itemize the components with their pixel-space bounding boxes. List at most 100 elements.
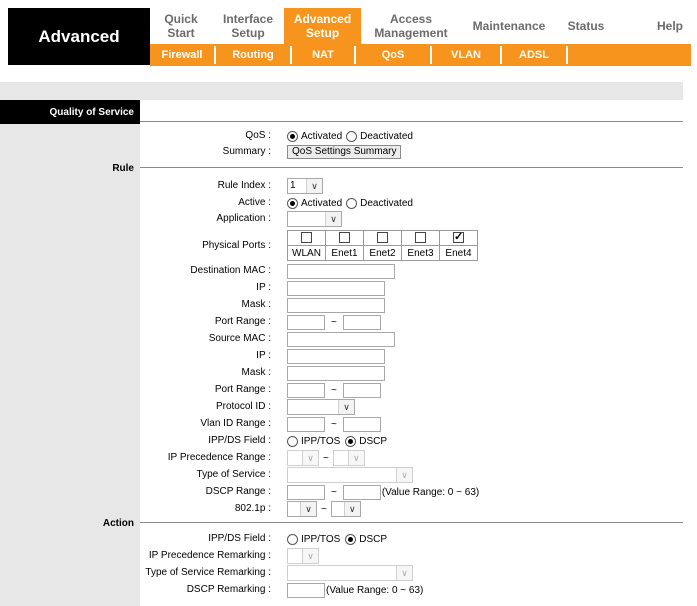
rule-dscp-radio[interactable] — [345, 435, 357, 447]
type-of-service-remarking-select[interactable]: ∨ — [287, 565, 413, 581]
physical-ports-table: WLAN Enet1 Enet2 Enet3 Enet4 — [287, 230, 478, 261]
vlan-id-start-input[interactable] — [287, 416, 325, 432]
dscp-remarking-input[interactable] — [287, 582, 325, 598]
port-wlan-label: WLAN — [287, 245, 326, 261]
nav-maintenance[interactable]: Maintenance — [461, 8, 557, 44]
subnav-firewall[interactable]: Firewall — [150, 44, 214, 66]
active-deactivated-radio[interactable] — [346, 197, 358, 209]
chevron-down-icon: ∨ — [300, 502, 316, 516]
rule-index-value: 1 — [290, 180, 296, 191]
range-tilde: ~ — [331, 418, 337, 430]
ip-precedence-start-select[interactable]: ∨ — [287, 450, 319, 466]
action-ipp-ds-row: IPP/DS Field : IPP/TOS DSCP — [0, 531, 683, 547]
nav-advanced-setup[interactable]: Advanced Setup — [284, 8, 361, 44]
rule-ipp-tos-label: IPP/TOS — [301, 435, 341, 447]
divider — [140, 167, 683, 168]
type-of-service-label: Type of Service : — [196, 469, 271, 480]
vlan-id-end-input[interactable] — [342, 416, 381, 432]
port-enet2-checkbox[interactable] — [377, 232, 388, 244]
subnav-qos[interactable]: QoS — [356, 44, 430, 66]
source-port-end-input[interactable] — [342, 382, 381, 398]
source-mac-input[interactable] — [287, 331, 395, 347]
port-wlan-checkbox[interactable] — [301, 232, 312, 244]
qos-deactivated-label: Deactivated — [360, 130, 413, 142]
destination-ip-row: IP : — [0, 280, 683, 296]
protocol-id-row: Protocol ID : ∨ — [0, 399, 683, 415]
range-tilde: ~ — [331, 486, 337, 498]
action-ipp-tos-label: IPP/TOS — [301, 533, 341, 545]
rule-ipp-tos-radio[interactable] — [287, 435, 298, 447]
chevron-down-icon: ∨ — [396, 566, 412, 580]
port-enet2-label: Enet2 — [363, 245, 402, 261]
application-select[interactable]: ∨ — [287, 211, 342, 227]
header-band — [0, 82, 683, 100]
subnav-vlan[interactable]: VLAN — [432, 44, 500, 66]
port-enet1-label: Enet1 — [325, 245, 364, 261]
range-tilde: ~ — [323, 452, 329, 464]
destination-mask-row: Mask : — [0, 297, 683, 313]
subnav-adsl[interactable]: ADSL — [502, 44, 566, 66]
nav-help[interactable]: Help — [645, 8, 695, 44]
qos-summary-button[interactable]: QoS Settings Summary — [287, 145, 402, 159]
section-title: Quality of Service — [0, 100, 140, 124]
divider — [140, 121, 683, 122]
qos-activated-radio[interactable] — [287, 130, 298, 142]
subnav-routing[interactable]: Routing — [216, 44, 290, 66]
source-ip-input[interactable] — [287, 348, 385, 364]
dscp-range-start-input[interactable] — [287, 484, 325, 500]
type-of-service-remarking-label: Type of Service Remarking : — [145, 567, 271, 578]
qos-label: QoS : — [245, 130, 271, 141]
source-mac-label: Source MAC : — [208, 333, 271, 344]
p8021-row: 802.1p : ∨ ~ ∨ — [0, 501, 683, 517]
destination-mask-input[interactable] — [287, 297, 385, 313]
vlan-id-range-label: Vlan ID Range : — [200, 418, 271, 429]
action-dscp-label: DSCP — [359, 533, 388, 545]
active-activated-radio[interactable] — [287, 197, 298, 209]
rule-index-select[interactable]: 1 ∨ — [287, 178, 323, 194]
dscp-remarking-label: DSCP Remarking : — [186, 584, 271, 595]
port-enet4-checkbox[interactable] — [453, 230, 464, 244]
protocol-id-label: Protocol ID : — [215, 401, 271, 412]
destination-mac-row: Destination MAC : — [0, 263, 683, 279]
divider — [140, 522, 683, 523]
port-enet4-label: Enet4 — [439, 245, 478, 261]
destination-port-range-label: Port Range : — [214, 316, 271, 327]
nav-interface-setup[interactable]: Interface Setup — [212, 8, 284, 44]
source-mac-row: Source MAC : — [0, 331, 683, 347]
p8021-start-select[interactable]: ∨ — [287, 501, 317, 517]
dscp-range-row: DSCP Range : ~ (Value Range: 0 ~ 63) — [0, 484, 683, 500]
dscp-range-hint: (Value Range: 0 ~ 63) — [381, 486, 480, 498]
nav-quick-start[interactable]: Quick Start — [150, 8, 212, 44]
ip-precedence-end-select[interactable]: ∨ — [332, 450, 365, 466]
source-mask-label: Mask : — [241, 367, 271, 378]
source-mask-input[interactable] — [287, 365, 385, 381]
type-of-service-remarking-row: Type of Service Remarking : ∨ — [0, 565, 683, 581]
rule-ipp-ds-label: IPP/DS Field : — [208, 435, 271, 446]
chevron-down-icon: ∨ — [338, 400, 354, 414]
destination-mac-input[interactable] — [287, 263, 395, 279]
source-port-start-input[interactable] — [287, 382, 325, 398]
destination-mask-label: Mask : — [241, 299, 271, 310]
action-dscp-radio[interactable] — [345, 533, 357, 545]
action-ipp-tos-radio[interactable] — [287, 533, 298, 545]
dscp-range-end-input[interactable] — [342, 484, 381, 500]
source-port-range-row: Port Range : ~ — [0, 382, 683, 398]
p8021-end-select[interactable]: ∨ — [330, 501, 361, 517]
subnav-divider — [566, 46, 568, 64]
chevron-down-icon: ∨ — [302, 549, 318, 563]
chevron-down-icon: ∨ — [347, 451, 364, 465]
nav-status[interactable]: Status — [557, 8, 615, 44]
destination-port-start-input[interactable] — [287, 314, 325, 330]
qos-deactivated-radio[interactable] — [346, 130, 358, 142]
subnav-nat[interactable]: NAT — [292, 44, 354, 66]
vlan-id-range-row: Vlan ID Range : ~ — [0, 416, 683, 432]
port-enet3-checkbox[interactable] — [415, 232, 426, 244]
ip-precedence-remarking-select[interactable]: ∨ — [287, 548, 319, 564]
type-of-service-select[interactable]: ∨ — [287, 467, 413, 483]
port-enet1-checkbox[interactable] — [339, 232, 350, 244]
physical-ports-label: Physical Ports : — [202, 240, 271, 251]
nav-access-management[interactable]: Access Management — [361, 8, 461, 44]
destination-port-end-input[interactable] — [342, 314, 381, 330]
protocol-id-select[interactable]: ∨ — [287, 399, 355, 415]
destination-ip-input[interactable] — [287, 280, 385, 296]
